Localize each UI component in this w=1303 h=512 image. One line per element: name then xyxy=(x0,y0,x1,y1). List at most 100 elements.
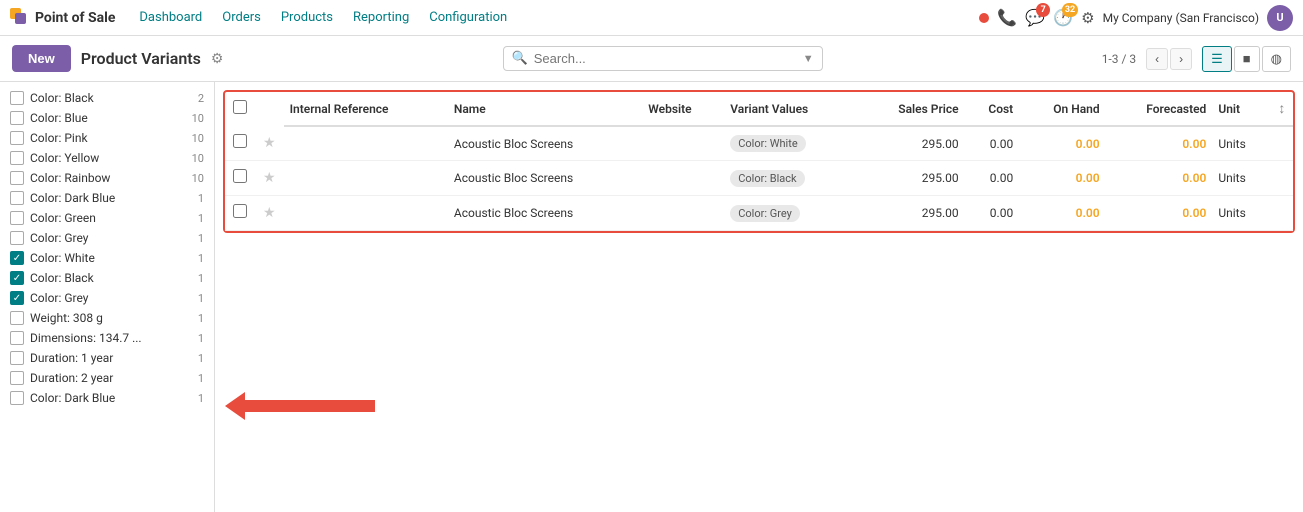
sidebar-label: Color: Yellow xyxy=(30,151,186,165)
sidebar-label: Duration: 1 year xyxy=(30,351,192,365)
sidebar-item[interactable]: Color: Grey 1 xyxy=(0,228,214,248)
nav-reporting[interactable]: Reporting xyxy=(343,10,419,25)
phone-icon[interactable]: 📞 xyxy=(997,8,1017,27)
sidebar-item[interactable]: ✓ Color: Grey 1 xyxy=(0,288,214,308)
sidebar-checkbox[interactable]: ✓ xyxy=(10,291,24,305)
nav-products[interactable]: Products xyxy=(271,10,343,25)
cell-internal-ref xyxy=(284,126,448,161)
cell-onhand: 0.00 xyxy=(1019,126,1105,161)
table-row[interactable]: ★ Acoustic Bloc Screens Color: Black 295… xyxy=(225,161,1293,196)
settings-icon[interactable]: ⚙ xyxy=(211,51,224,67)
sidebar-item[interactable]: Duration: 1 year 1 xyxy=(0,348,214,368)
cell-variant: Color: Black xyxy=(724,161,857,196)
sidebar-count: 1 xyxy=(198,352,204,365)
search-input[interactable] xyxy=(534,51,799,66)
star-icon[interactable]: ★ xyxy=(263,170,276,186)
sidebar-label: Color: White xyxy=(30,251,192,265)
col-variant: Variant Values xyxy=(724,92,857,126)
company-name: My Company (San Francisco) xyxy=(1103,11,1259,25)
col-internal-ref: Internal Reference xyxy=(284,92,448,126)
sidebar-count: 10 xyxy=(192,132,204,145)
sidebar-label: Color: Grey xyxy=(30,291,192,305)
nav-orders[interactable]: Orders xyxy=(212,10,271,25)
select-all-checkbox[interactable] xyxy=(233,100,247,114)
sidebar-count: 10 xyxy=(192,112,204,125)
chat-icon[interactable]: 💬 7 xyxy=(1025,8,1045,27)
sidebar-item[interactable]: ✓ Color: White 1 xyxy=(0,248,214,268)
sidebar-item[interactable]: Color: Green 1 xyxy=(0,208,214,228)
avatar[interactable]: U xyxy=(1267,5,1293,31)
sidebar-checkbox[interactable]: ✓ xyxy=(10,251,24,265)
main-layout: Color: Black 2 Color: Blue 10 Color: Pin… xyxy=(0,82,1303,512)
col-price: Sales Price xyxy=(857,92,964,126)
cell-website xyxy=(642,126,724,161)
sidebar-count: 1 xyxy=(198,232,204,245)
nav-configuration[interactable]: Configuration xyxy=(419,10,517,25)
sidebar-item[interactable]: Color: Dark Blue 1 xyxy=(0,388,214,408)
col-website: Website xyxy=(642,92,724,126)
tools-icon[interactable]: ⚙ xyxy=(1081,9,1094,27)
new-button[interactable]: New xyxy=(12,45,71,72)
sidebar-checkbox[interactable] xyxy=(10,371,24,385)
prev-page-button[interactable]: ‹ xyxy=(1146,48,1168,70)
table-row[interactable]: ★ Acoustic Bloc Screens Color: Grey 295.… xyxy=(225,196,1293,231)
chat-badge: 7 xyxy=(1036,3,1050,17)
sidebar-checkbox[interactable] xyxy=(10,191,24,205)
sidebar-label: Color: Rainbow xyxy=(30,171,186,185)
next-page-button[interactable]: › xyxy=(1170,48,1192,70)
sidebar-checkbox[interactable] xyxy=(10,111,24,125)
status-dot xyxy=(979,13,989,23)
sidebar-checkbox[interactable] xyxy=(10,171,24,185)
row-checkbox[interactable] xyxy=(233,204,247,218)
sidebar-checkbox[interactable]: ✓ xyxy=(10,271,24,285)
sidebar-label: Color: Blue xyxy=(30,111,186,125)
nav-dashboard[interactable]: Dashboard xyxy=(129,10,212,25)
sidebar-item[interactable]: Color: Yellow 10 xyxy=(0,148,214,168)
cell-extra xyxy=(1271,161,1293,196)
search-dropdown-icon[interactable]: ▼ xyxy=(799,52,814,65)
sidebar-item[interactable]: Color: Blue 10 xyxy=(0,108,214,128)
sidebar-checkbox[interactable] xyxy=(10,351,24,365)
sidebar-checkbox[interactable] xyxy=(10,211,24,225)
table-row[interactable]: ★ Acoustic Bloc Screens Color: White 295… xyxy=(225,126,1293,161)
sidebar-item[interactable]: Dimensions: 134.7 ... 1 xyxy=(0,328,214,348)
sidebar-label: Duration: 2 year xyxy=(30,371,192,385)
cell-price: 295.00 xyxy=(857,126,964,161)
list-view-button[interactable]: ☰ xyxy=(1202,46,1232,72)
brand[interactable]: Point of Sale xyxy=(10,8,115,28)
chart-view-button[interactable]: ◍ xyxy=(1262,46,1291,72)
activity-badge: 32 xyxy=(1062,3,1078,17)
activity-icon[interactable]: 🕐 32 xyxy=(1053,8,1073,27)
sidebar-item[interactable]: Color: Black 2 xyxy=(0,88,214,108)
annotation-arrow xyxy=(225,392,375,420)
column-options-icon[interactable]: ↕ xyxy=(1278,101,1285,117)
sidebar-checkbox[interactable] xyxy=(10,331,24,345)
col-forecasted: Forecasted xyxy=(1106,92,1213,126)
sidebar-checkbox[interactable] xyxy=(10,131,24,145)
star-icon[interactable]: ★ xyxy=(263,135,276,151)
sidebar-checkbox[interactable] xyxy=(10,391,24,405)
sidebar-checkbox[interactable] xyxy=(10,91,24,105)
kanban-view-button[interactable]: ■ xyxy=(1234,46,1260,72)
nav-right-icons: 📞 💬 7 🕐 32 ⚙ My Company (San Francisco) … xyxy=(979,5,1293,31)
sidebar-item[interactable]: Color: Pink 10 xyxy=(0,128,214,148)
brand-name: Point of Sale xyxy=(35,10,115,26)
sidebar-item[interactable]: ✓ Color: Black 1 xyxy=(0,268,214,288)
sidebar-item[interactable]: Duration: 2 year 1 xyxy=(0,368,214,388)
sidebar-checkbox[interactable] xyxy=(10,231,24,245)
sidebar-checkbox[interactable] xyxy=(10,311,24,325)
sidebar-item[interactable]: Color: Rainbow 10 xyxy=(0,168,214,188)
sidebar: Color: Black 2 Color: Blue 10 Color: Pin… xyxy=(0,82,215,512)
cell-forecasted: 0.00 xyxy=(1106,196,1213,231)
sidebar-item[interactable]: Color: Dark Blue 1 xyxy=(0,188,214,208)
star-icon[interactable]: ★ xyxy=(263,205,276,221)
cell-name: Acoustic Bloc Screens xyxy=(448,161,642,196)
cell-price: 295.00 xyxy=(857,196,964,231)
row-checkbox[interactable] xyxy=(233,169,247,183)
cell-cost: 0.00 xyxy=(965,196,1020,231)
sidebar-count: 2 xyxy=(198,92,204,105)
row-checkbox[interactable] xyxy=(233,134,247,148)
cell-variant: Color: White xyxy=(724,126,857,161)
sidebar-item[interactable]: Weight: 308 g 1 xyxy=(0,308,214,328)
sidebar-checkbox[interactable] xyxy=(10,151,24,165)
